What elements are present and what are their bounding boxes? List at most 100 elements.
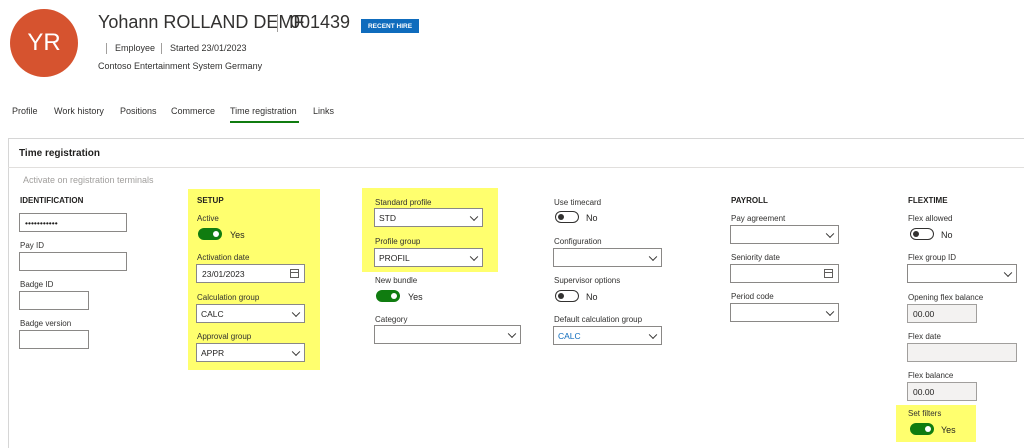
badge-id-field[interactable] <box>19 291 89 310</box>
employee-name: Yohann ROLLAND DEMF <box>98 12 305 32</box>
tab-positions[interactable]: Positions <box>120 106 157 116</box>
flex-balance-label: Flex balance <box>908 371 954 380</box>
chevron-down-icon <box>648 330 658 339</box>
active-toggle[interactable] <box>198 228 222 240</box>
category-dropdown[interactable] <box>374 325 521 344</box>
start-date: Started 23/01/2023 <box>170 43 247 53</box>
chevron-down-icon <box>825 229 835 238</box>
activation-date-field[interactable]: 23/01/2023 <box>196 264 305 283</box>
password-field[interactable]: ••••••••••• <box>19 213 127 232</box>
activation-date-value: 23/01/2023 <box>202 268 245 279</box>
configuration-label: Configuration <box>554 237 602 246</box>
chevron-down-icon <box>1003 268 1013 277</box>
supervisor-options-label: Supervisor options <box>554 276 621 285</box>
recent-hire-badge: RECENT HIRE <box>361 19 419 33</box>
standard-profile-label: Standard profile <box>375 198 432 207</box>
tab-work-history[interactable]: Work history <box>54 106 104 116</box>
flex-date-label: Flex date <box>908 332 941 341</box>
seniority-date-label: Seniority date <box>731 253 780 262</box>
title-divider <box>277 14 278 32</box>
chevron-down-icon <box>469 212 479 221</box>
period-code-dropdown[interactable] <box>730 303 839 322</box>
setup-heading: SETUP <box>197 196 224 205</box>
flex-group-id-dropdown[interactable] <box>907 264 1017 283</box>
flex-allowed-value: No <box>941 230 953 240</box>
activate-terminals-button[interactable]: Activate on registration terminals <box>23 175 154 185</box>
active-tab-indicator <box>230 121 299 123</box>
profile-group-value: PROFIL <box>379 252 410 263</box>
flex-allowed-toggle[interactable] <box>910 228 934 240</box>
pay-agreement-label: Pay agreement <box>731 214 786 223</box>
pay-agreement-dropdown[interactable] <box>730 225 839 244</box>
supervisor-options-toggle[interactable] <box>555 290 579 302</box>
profile-group-label: Profile group <box>375 237 421 246</box>
configuration-dropdown[interactable] <box>553 248 662 267</box>
standard-profile-value: STD <box>379 212 396 223</box>
company-name: Contoso Entertainment System Germany <box>98 61 263 71</box>
toggle-knob <box>913 231 919 237</box>
employee-number: 001439 <box>290 12 351 32</box>
pay-id-field[interactable] <box>19 252 127 271</box>
default-calc-group-value[interactable]: CALC <box>558 331 581 341</box>
chevron-down-icon <box>507 329 517 338</box>
category-label: Category <box>375 315 408 324</box>
supervisor-options-value: No <box>586 292 598 302</box>
new-bundle-value: Yes <box>408 292 423 302</box>
active-value: Yes <box>230 230 245 240</box>
chevron-down-icon <box>469 252 479 261</box>
toggle-knob <box>925 426 931 432</box>
set-filters-value: Yes <box>941 425 956 435</box>
pay-id-label: Pay ID <box>20 241 45 250</box>
approval-group-value: APPR <box>201 347 225 358</box>
default-calc-group-dropdown[interactable]: CALC <box>553 326 662 345</box>
flex-balance-field: 00.00 <box>907 382 977 401</box>
calendar-icon[interactable] <box>824 269 833 278</box>
use-timecard-toggle[interactable] <box>555 211 579 223</box>
use-timecard-value: No <box>586 213 598 223</box>
chevron-down-icon <box>291 347 301 356</box>
period-code-label: Period code <box>731 292 774 301</box>
avatar-initials: YR <box>27 29 61 56</box>
tab-links[interactable]: Links <box>313 106 334 116</box>
opening-flex-balance-label: Opening flex balance <box>908 293 984 302</box>
opening-flex-balance-field: 00.00 <box>907 304 977 323</box>
flex-date-field <box>907 343 1017 362</box>
tab-commerce[interactable]: Commerce <box>171 106 215 116</box>
badge-id-label: Badge ID <box>20 280 54 289</box>
default-calc-group-label: Default calculation group <box>554 315 643 324</box>
use-timecard-label: Use timecard <box>554 198 602 207</box>
approval-group-dropdown[interactable]: APPR <box>196 343 305 362</box>
approval-group-label: Approval group <box>197 332 252 341</box>
toggle-knob <box>391 293 397 299</box>
meta-divider <box>106 43 107 54</box>
tab-profile[interactable]: Profile <box>12 106 38 116</box>
flextime-heading: FLEXTIME <box>908 196 948 205</box>
calculation-group-label: Calculation group <box>197 293 260 302</box>
avatar: YR <box>10 9 78 77</box>
activation-date-label: Activation date <box>197 253 250 262</box>
calculation-group-dropdown[interactable]: CALC <box>196 304 305 323</box>
standard-profile-dropdown[interactable]: STD <box>374 208 483 227</box>
identification-heading: IDENTIFICATION <box>20 196 84 205</box>
card-header[interactable] <box>8 138 1024 168</box>
set-filters-label: Set filters <box>908 409 942 418</box>
toggle-knob <box>558 214 564 220</box>
set-filters-toggle[interactable] <box>910 423 934 435</box>
profile-group-dropdown[interactable]: PROFIL <box>374 248 483 267</box>
time-registration-card <box>8 138 1024 448</box>
badge-version-field[interactable] <box>19 330 89 349</box>
payroll-heading: PAYROLL <box>731 196 768 205</box>
toggle-knob <box>213 231 219 237</box>
card-title: Time registration <box>19 148 100 159</box>
seniority-date-field[interactable] <box>730 264 839 283</box>
tab-time-registration[interactable]: Time registration <box>230 106 297 116</box>
new-bundle-toggle[interactable] <box>376 290 400 302</box>
calendar-icon[interactable] <box>290 269 299 278</box>
new-bundle-label: New bundle <box>375 276 418 285</box>
employee-type: Employee <box>115 43 156 53</box>
active-label: Active <box>197 214 219 223</box>
flex-allowed-label: Flex allowed <box>908 214 953 223</box>
calculation-group-value: CALC <box>201 308 224 319</box>
chevron-down-icon <box>648 252 658 261</box>
chevron-down-icon <box>291 308 301 317</box>
